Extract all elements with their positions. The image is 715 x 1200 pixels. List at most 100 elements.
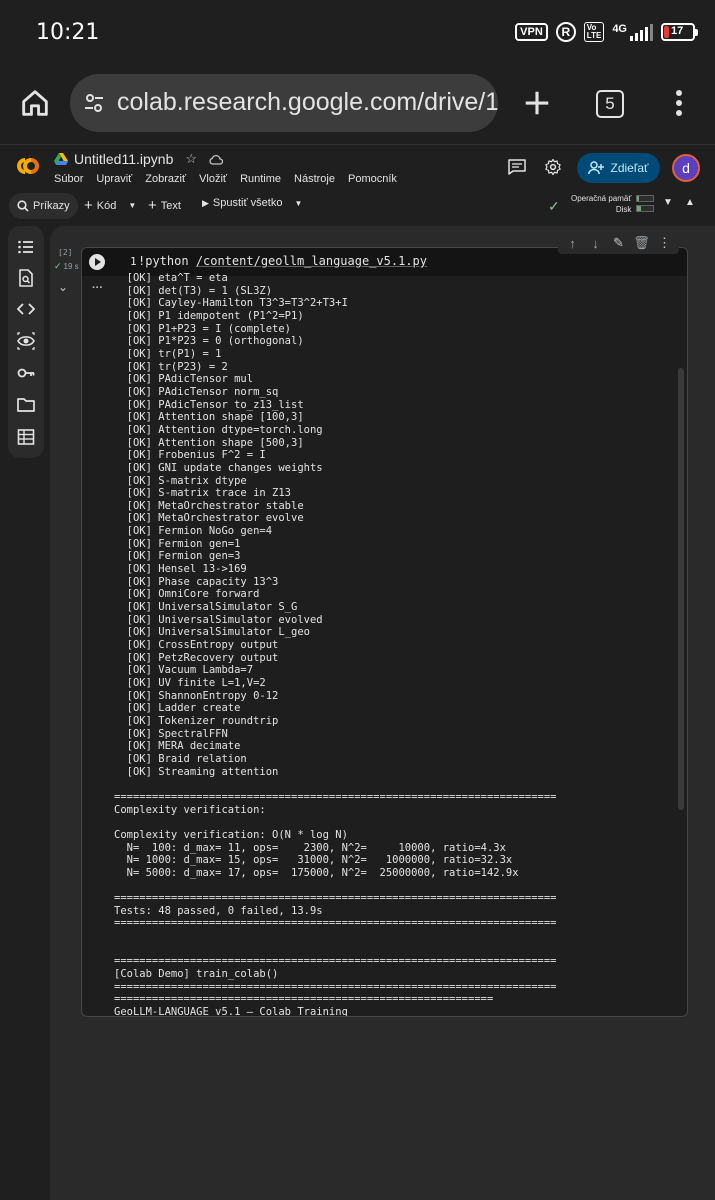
execution-time: ✓ 19 s xyxy=(54,261,79,272)
find-in-page-icon[interactable] xyxy=(17,269,35,287)
chevron-down-icon[interactable]: ▼ xyxy=(294,199,302,208)
output-line: [OK] Attention shape [100,3] xyxy=(114,411,304,424)
collapse-output-chevron-icon[interactable]: ⌄ xyxy=(58,280,68,294)
line-number: 1 xyxy=(130,255,137,268)
output-line: [OK] MetaOrchestrator stable xyxy=(114,499,304,512)
comment-icon[interactable] xyxy=(508,159,526,175)
battery-fill xyxy=(664,26,669,38)
output-line: [OK] ShannonEntropy 0-12 xyxy=(114,689,279,702)
network-type: 4G xyxy=(612,23,627,35)
avatar[interactable]: d xyxy=(672,154,700,182)
code-cell[interactable]: 1 !python /content/geollm_language_v5.1.… xyxy=(81,247,688,1017)
more-vert-icon[interactable]: ⋮ xyxy=(656,235,673,251)
side-rail xyxy=(8,226,44,458)
output-line: [OK] Fermion gen=3 xyxy=(114,550,241,563)
url-text[interactable]: colab.research.google.com/drive/1g xyxy=(117,88,498,117)
plus-icon[interactable] xyxy=(522,88,552,118)
menu-runtime[interactable]: Runtime xyxy=(240,173,281,185)
address-bar[interactable]: colab.research.google.com/drive/1g xyxy=(70,74,498,132)
output-line: [OK] S-matrix dtype xyxy=(114,474,247,487)
output-line: [OK] Attention shape [500,3] xyxy=(114,436,304,449)
battery-level: 17 xyxy=(671,25,684,37)
code-snippets-icon[interactable] xyxy=(17,300,35,318)
output-line: [OK] P1*P23 = 0 (orthogonal) xyxy=(114,335,304,348)
move-up-icon[interactable]: ↑ xyxy=(564,236,581,251)
edit-icon[interactable]: ✎ xyxy=(610,235,627,251)
chevron-up-icon[interactable]: ▲ xyxy=(685,197,695,208)
add-code-button[interactable]: + Kód ▼ xyxy=(84,197,136,214)
output-line: [OK] UniversalSimulator evolved xyxy=(114,613,323,626)
notebook-title-row: Untitled11.ipynb ☆ xyxy=(54,151,224,167)
cell-actions-toolbar: ↑ ↓ ✎ 🗑 ⋮ xyxy=(558,232,679,254)
output-actions-icon[interactable]: ··· xyxy=(92,282,103,294)
disk-bar-fill xyxy=(637,206,642,211)
commands-button[interactable]: Príkazy xyxy=(9,193,78,219)
signal-icon: 4G xyxy=(612,23,653,41)
cloud-icon[interactable] xyxy=(209,154,224,165)
run-all-button[interactable]: ▶ Spustiť všetko ▼ xyxy=(202,197,302,209)
menu-view[interactable]: Zobraziť xyxy=(145,173,186,185)
folder-icon[interactable] xyxy=(17,396,35,414)
output-line: [OK] Fermion NoGo gen=4 xyxy=(114,525,273,538)
plus-icon: + xyxy=(84,197,93,214)
menu-bar: Súbor Upraviť Zobraziť Vložiť Runtime Ná… xyxy=(54,173,397,185)
chevron-down-icon[interactable]: ▼ xyxy=(128,201,136,210)
table-of-contents-icon[interactable] xyxy=(17,238,35,256)
output-line: [OK] GNI update changes weights xyxy=(114,461,323,474)
browser-toolbar: colab.research.google.com/drive/1g 5 xyxy=(0,66,715,144)
move-down-icon[interactable]: ↓ xyxy=(587,236,604,251)
output-line: [OK] Hensel 13->169 xyxy=(114,563,247,576)
vpn-icon: VPN xyxy=(515,23,548,41)
resource-bars[interactable] xyxy=(636,195,654,212)
commands-label: Príkazy xyxy=(33,200,70,212)
colab-header: Untitled11.ipynb ☆ Súbor Upraviť Zobrazi… xyxy=(0,144,715,190)
key-icon[interactable] xyxy=(17,364,35,382)
ram-label: Operačná pamäť xyxy=(571,194,632,203)
output-line: [OK] UV finite L=1,V=2 xyxy=(114,677,266,689)
output-line: [OK] UniversalSimulator L_geo xyxy=(114,626,310,639)
add-code-label: Kód xyxy=(96,199,117,212)
variables-inspector-icon[interactable] xyxy=(17,332,35,350)
output-line: GeoLLM-LANGUAGE v5.1 — Colab Training xyxy=(114,1006,348,1016)
menu-edit[interactable]: Upraviť xyxy=(96,173,132,185)
delete-icon[interactable]: 🗑 xyxy=(633,235,650,251)
status-icons: VPN R Vo LTE 4G 17 xyxy=(515,22,698,42)
execution-count: [2] xyxy=(58,248,73,257)
disk-bar xyxy=(636,205,654,212)
menu-tools[interactable]: Nástroje xyxy=(294,173,335,185)
tab-switcher-button[interactable]: 5 xyxy=(596,90,624,118)
output-scrollbar[interactable] xyxy=(678,368,684,810)
chevron-down-icon[interactable]: ▼ xyxy=(663,197,673,208)
ram-bar-fill xyxy=(637,196,639,201)
share-button[interactable]: Zdieľať xyxy=(577,153,660,183)
home-icon[interactable] xyxy=(18,86,52,120)
resource-labels[interactable]: Operačná pamäť Disk xyxy=(571,193,631,215)
tune-icon[interactable] xyxy=(82,91,106,115)
output-line: [OK] MetaOrchestrator evolve xyxy=(114,512,304,525)
output-line: [OK] S-matrix trace in Z13 xyxy=(114,487,292,500)
menu-insert[interactable]: Vložiť xyxy=(199,173,227,185)
more-vert-icon[interactable] xyxy=(667,88,691,118)
notebook-title[interactable]: Untitled11.ipynb xyxy=(74,151,173,167)
gear-icon[interactable] xyxy=(544,158,562,176)
output-line: [OK] OmniCore forward xyxy=(114,588,260,601)
code-line[interactable]: !python /content/geollm_language_v5.1.py xyxy=(138,254,427,268)
colab-logo-icon[interactable] xyxy=(12,155,44,177)
menu-help[interactable]: Pomocník xyxy=(348,173,397,185)
output-line: [OK] PAdicTensor to_z13_list xyxy=(114,398,304,411)
star-icon[interactable]: ☆ xyxy=(185,151,197,167)
output-line: [OK] Streaming attention xyxy=(114,765,279,778)
add-text-button[interactable]: + Text xyxy=(148,197,181,214)
output-line: [OK] UniversalSimulator S_G xyxy=(114,601,298,614)
output-line: [OK] SpectralFFN xyxy=(114,727,228,740)
output-line: Complexity verification: O(N * log N) xyxy=(114,828,348,841)
menu-file[interactable]: Súbor xyxy=(54,173,83,185)
table-icon[interactable] xyxy=(17,428,35,446)
output-line: [OK] tr(P23) = 2 xyxy=(114,360,228,373)
status-bar: 10:21 VPN R Vo LTE 4G 17 xyxy=(0,0,715,66)
run-cell-button[interactable] xyxy=(89,254,105,270)
output-line: [OK] MERA decimate xyxy=(114,740,241,753)
